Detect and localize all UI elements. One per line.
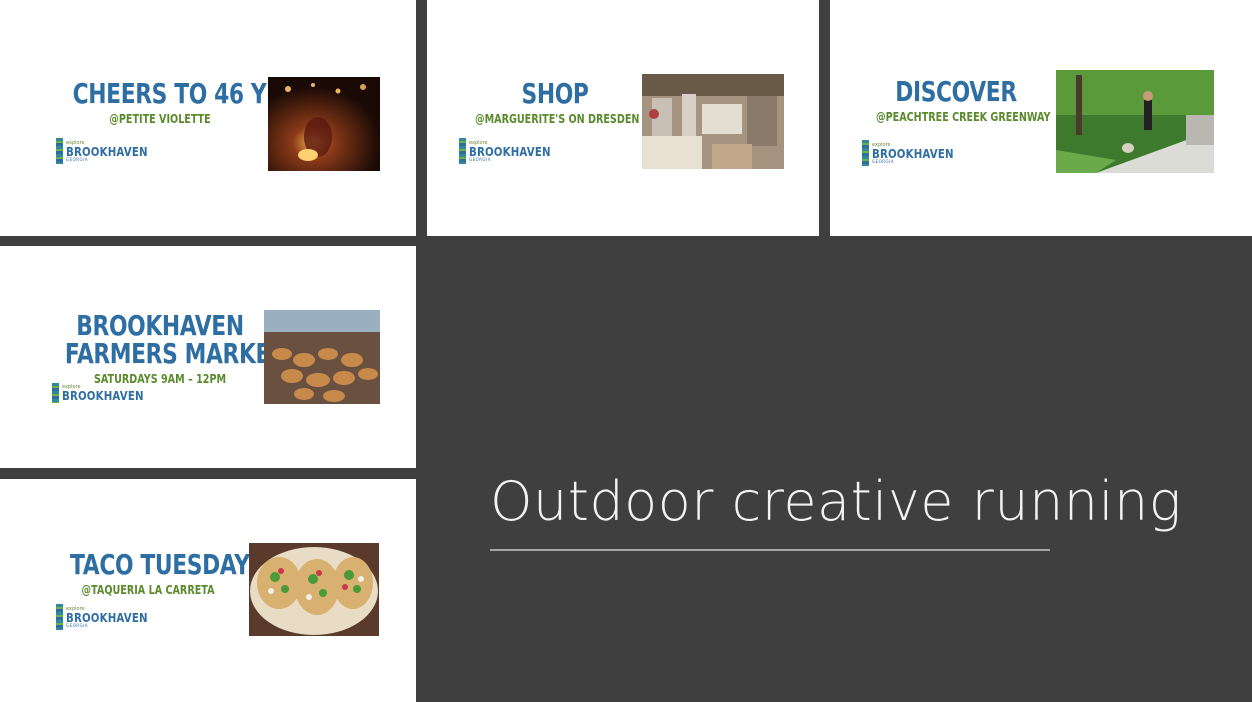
brookhaven-logo: explore BROOKHAVEN GEORGIA	[56, 604, 162, 630]
panel-headline: FARMERS MARKET	[64, 337, 285, 370]
brookhaven-logo: explore BROOKHAVEN GEORGIA	[862, 140, 968, 166]
brookhaven-logo: explore BROOKHAVEN	[52, 383, 158, 403]
title-underline	[490, 549, 1050, 551]
candlelit-wine-glass-image	[268, 77, 380, 171]
ad-panel-cheers: CHEERS TO 46 YEARS @PETITE VIOLETTE expl…	[0, 0, 416, 236]
boutique-interior-image	[642, 74, 784, 169]
logo-mark-icon	[56, 138, 63, 164]
panel-subtitle: @PEACHTREE CREEK GREENWAY	[876, 110, 1051, 124]
ad-panel-shop: SHOP @MARGUERITE'S ON DRESDEN explore BR…	[427, 0, 819, 236]
brookhaven-logo: explore BROOKHAVEN GEORGIA	[56, 138, 162, 164]
ad-panel-farmers-market: BROOKHAVEN FARMERS MARKET SATURDAYS 9AM …	[0, 246, 416, 468]
logo-mark-icon	[52, 383, 59, 403]
pastries-market-image	[264, 310, 380, 404]
panel-headline: BROOKHAVEN	[76, 309, 244, 342]
panel-headline: DISCOVER	[895, 75, 1017, 108]
logo-mark-icon	[862, 140, 869, 166]
panel-headline: TACO TUESDAY	[70, 548, 250, 581]
ad-panel-taco-tuesday: TACO TUESDAY @TAQUERIA LA CARRETA explor…	[0, 479, 416, 702]
logo-mark-icon	[56, 604, 63, 630]
runner-with-dog-greenway-image	[1056, 70, 1214, 173]
brookhaven-logo: explore BROOKHAVEN GEORGIA	[459, 138, 565, 164]
panel-headline: SHOP	[521, 77, 589, 110]
panel-subtitle: @MARGUERITE'S ON DRESDEN	[475, 112, 640, 126]
slide-title: Outdoor creative running	[490, 470, 1182, 533]
panel-subtitle: @PETITE VIOLETTE	[109, 112, 211, 126]
ad-panel-discover: DISCOVER @PEACHTREE CREEK GREENWAY explo…	[830, 0, 1252, 236]
panel-subtitle: @TAQUERIA LA CARRETA	[81, 583, 215, 597]
logo-mark-icon	[459, 138, 466, 164]
panel-headline: CHEERS TO 46 YEARS	[72, 77, 330, 110]
tacos-plate-image	[249, 543, 379, 636]
